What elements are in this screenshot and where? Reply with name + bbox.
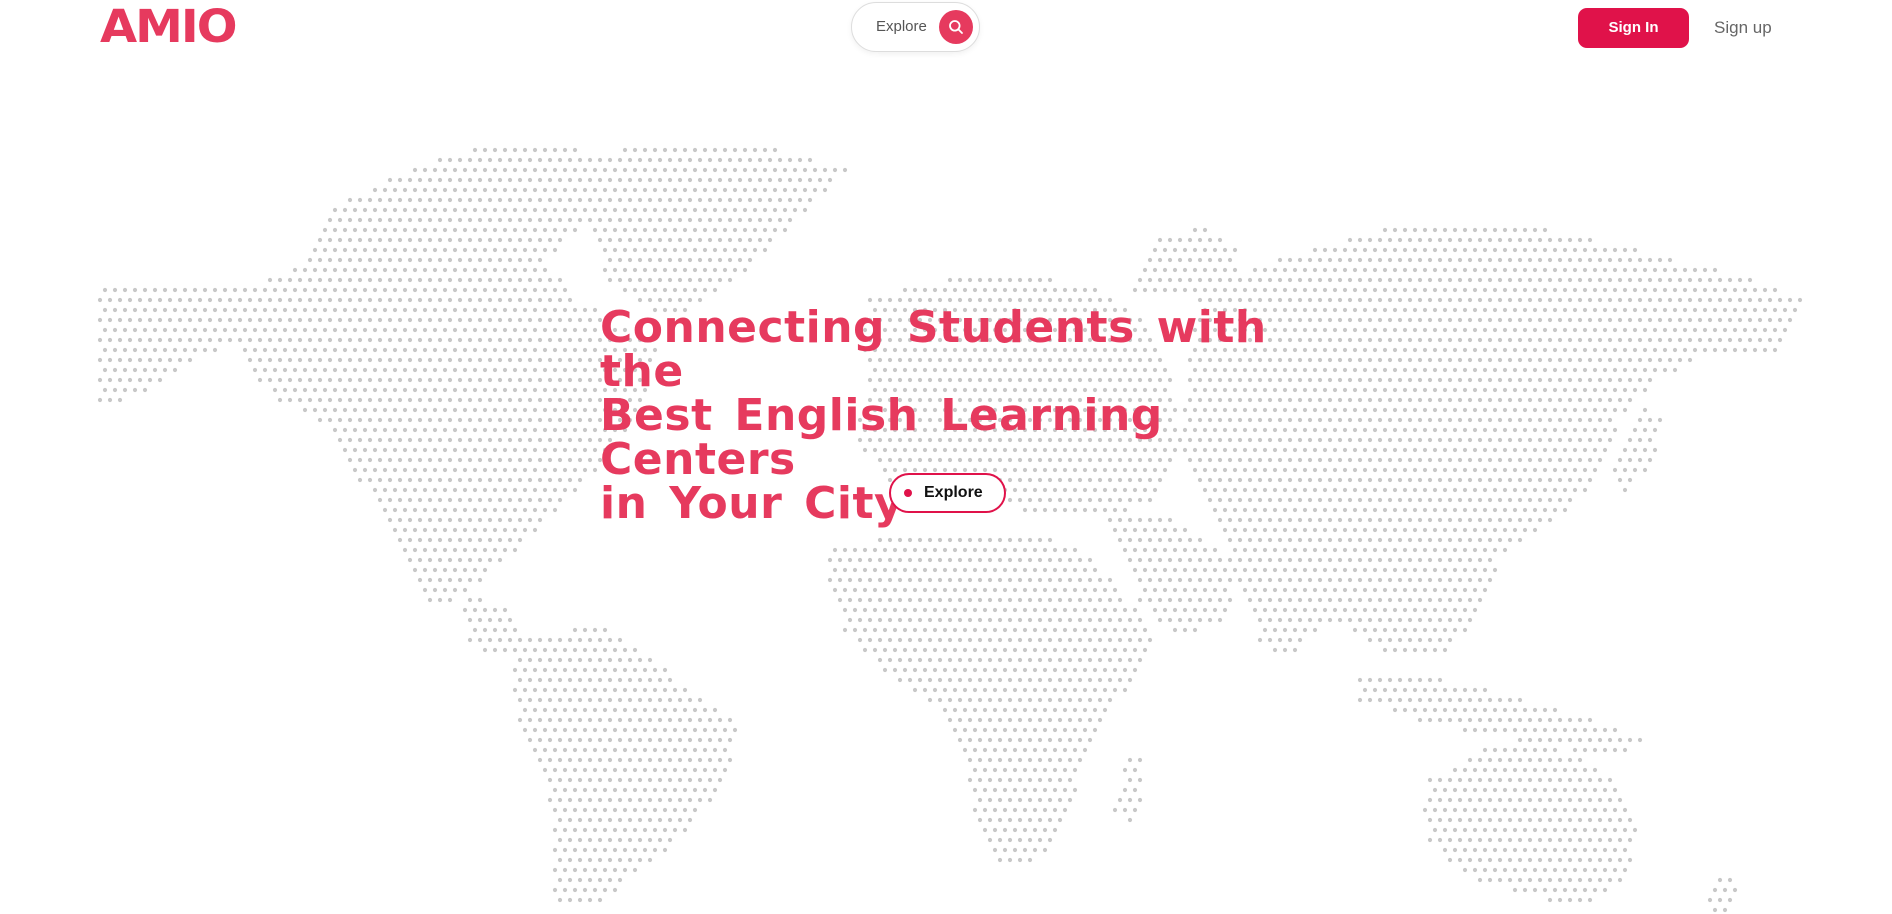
hero-title-line: in Your City [600,478,904,529]
search-button[interactable] [939,10,973,44]
sign-in-button[interactable]: Sign In [1578,8,1689,48]
hero-explore-label: Explore [924,484,983,501]
hero-explore-button[interactable]: Explore [889,473,1006,513]
search-bar[interactable]: Explore [851,2,980,52]
sign-up-link[interactable]: Sign up [1714,8,1772,48]
hero-title-line: Connecting Students with the [600,302,1267,397]
search-label: Explore [876,18,927,35]
search-icon [949,20,963,34]
logo[interactable]: AMIO [100,4,238,50]
dot-icon [904,489,912,497]
hero-title-line: Best English Learning Centers [600,390,1163,485]
landing-page: AMIO Explore Sign In Sign up Connecting … [0,0,1892,914]
